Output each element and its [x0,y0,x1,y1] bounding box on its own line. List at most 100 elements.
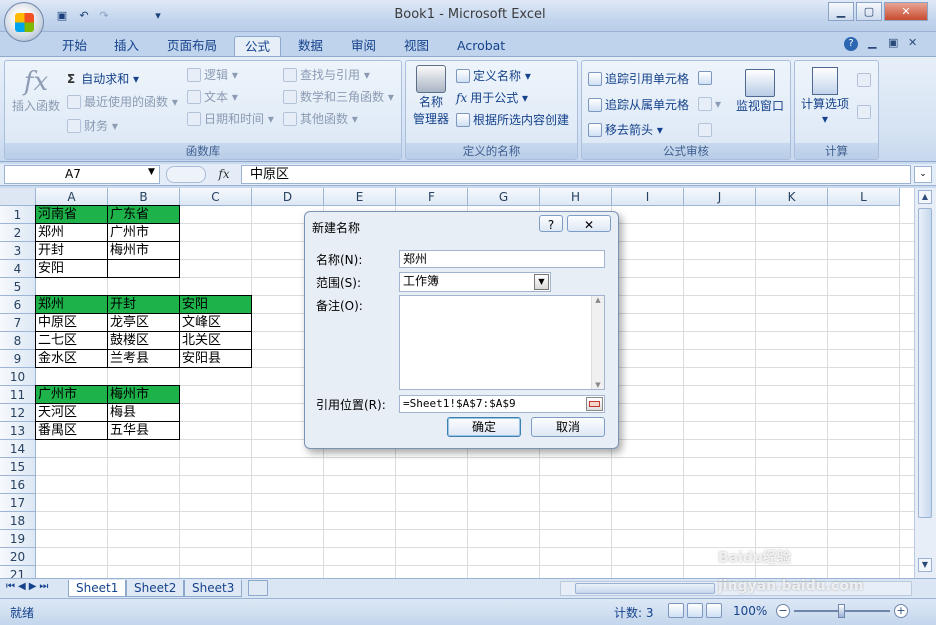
tab-data[interactable]: 数据 [288,36,333,57]
close-button[interactable]: ✕ [884,2,928,21]
collapse-dialog-icon[interactable] [586,397,603,411]
ribbon-restore-icon[interactable]: ▣ [888,36,898,49]
vertical-scrollbar[interactable]: ▲ ▼ [914,188,936,578]
cell-a7[interactable]: 中原区 [35,313,108,332]
help-icon[interactable]: ? [844,37,858,51]
datetime-button[interactable]: 日期和时间 ▾ [187,110,274,127]
recent-functions-button[interactable]: 最近使用的函数 ▾ [67,93,178,110]
insert-function-icon[interactable]: fx [212,165,236,184]
other-functions-button[interactable]: 其他函数 ▾ [283,110,358,127]
comment-scrollbar[interactable]: ▲ ▼ [591,296,604,389]
column-header-g[interactable]: G [468,188,540,206]
cell-a1[interactable]: 河南省 [35,205,108,224]
tab-acrobat[interactable]: Acrobat [447,36,515,57]
cell-c6[interactable]: 安阳 [179,295,252,314]
cell-b2[interactable]: 广州市 [107,223,180,242]
cell-a6[interactable]: 郑州 [35,295,108,314]
row-header-17[interactable]: 17 [0,494,36,512]
comment-textarea[interactable]: ▲ ▼ [399,295,605,390]
calculate-sheet-icon[interactable] [857,105,874,119]
cell-b1[interactable]: 广东省 [107,205,180,224]
name-manager-button[interactable]: 名称 管理器 [410,65,452,127]
tab-page-layout[interactable]: 页面布局 [157,36,227,57]
comment-scroll-up-icon[interactable]: ▲ [592,296,604,304]
row-header-14[interactable]: 14 [0,440,36,458]
dialog-help-button[interactable]: ? [539,215,563,232]
row-header-20[interactable]: 20 [0,548,36,566]
cell-c9[interactable]: 安阳县 [179,349,252,368]
define-name-button[interactable]: 定义名称 ▾ [456,67,531,84]
row-header-10[interactable]: 10 [0,368,36,386]
cell-b4[interactable] [107,259,180,278]
cell-b9[interactable]: 兰考县 [107,349,180,368]
name-input[interactable]: 郑州 [399,250,605,268]
lookup-button[interactable]: 查找与引用 ▾ [283,66,370,83]
column-header-e[interactable]: E [324,188,396,206]
formula-bar-divider[interactable] [166,166,206,183]
zoom-slider-thumb[interactable] [838,604,845,618]
tab-formulas[interactable]: 公式 [234,36,282,57]
row-header-13[interactable]: 13 [0,422,36,440]
ref-input[interactable]: =Sheet1!$A$7:$A$9 [399,395,605,413]
create-from-selection-button[interactable]: 根据所选内容创建 [456,111,569,128]
cell-a4[interactable]: 安阳 [35,259,108,278]
cell-a2[interactable]: 郑州 [35,223,108,242]
row-header-2[interactable]: 2 [0,224,36,242]
qat-customize-icon[interactable]: ▾ [150,8,166,23]
cell-a12[interactable]: 天河区 [35,403,108,422]
redo-icon[interactable]: ↷ [96,8,112,23]
show-formulas-icon[interactable] [698,71,715,85]
sheet-tab-sheet3[interactable]: Sheet3 [184,580,243,597]
row-header-6[interactable]: 6 [0,296,36,314]
cell-c7[interactable]: 文峰区 [179,313,252,332]
remove-arrows-button[interactable]: 移去箭头 ▾ [588,121,663,138]
row-header-8[interactable]: 8 [0,332,36,350]
row-header-7[interactable]: 7 [0,314,36,332]
row-header-5[interactable]: 5 [0,278,36,296]
zoom-in-icon[interactable]: + [894,604,908,618]
scroll-thumb[interactable] [918,208,932,518]
cell-a8[interactable]: 二七区 [35,331,108,350]
save-icon[interactable]: ▣ [54,8,70,23]
undo-icon[interactable]: ↶ [76,8,92,23]
maximize-button[interactable]: ▢ [856,2,882,21]
cell-b7[interactable]: 龙亭区 [107,313,180,332]
name-box[interactable]: A7 [4,165,160,184]
column-header-b[interactable]: B [108,188,180,206]
trace-precedents-button[interactable]: 追踪引用单元格 [588,70,689,87]
zoom-out-icon[interactable]: − [776,604,790,618]
minimize-button[interactable]: ▁ [828,2,854,21]
cell-a3[interactable]: 开封 [35,241,108,260]
row-header-18[interactable]: 18 [0,512,36,530]
insert-sheet-icon[interactable] [248,580,268,596]
text-button[interactable]: 文本 ▾ [187,88,238,105]
normal-view-icon[interactable] [668,603,684,618]
cell-a13[interactable]: 番禺区 [35,421,108,440]
zoom-level[interactable]: 100% [733,604,767,618]
expand-formula-bar-icon[interactable]: ⌄ [914,166,932,183]
column-header-c[interactable]: C [180,188,252,206]
column-header-k[interactable]: K [756,188,828,206]
evaluate-formula-icon[interactable] [698,123,715,137]
cell-a9[interactable]: 金水区 [35,349,108,368]
row-header-9[interactable]: 9 [0,350,36,368]
formula-input[interactable]: 中原区 [241,165,911,184]
scope-dropdown-icon[interactable]: ▼ [534,274,549,290]
error-checking-icon[interactable]: ▾ [698,97,721,111]
cell-b13[interactable]: 五华县 [107,421,180,440]
column-header-j[interactable]: J [684,188,756,206]
office-button[interactable] [4,2,44,42]
cell-b3[interactable]: 梅州市 [107,241,180,260]
scroll-up-icon[interactable]: ▲ [918,190,932,204]
column-header-l[interactable]: L [828,188,900,206]
tab-review[interactable]: 审阅 [341,36,386,57]
row-header-21[interactable]: 21 [0,566,36,578]
use-in-formula-button[interactable]: fx 用于公式 ▾ [456,89,528,106]
page-layout-view-icon[interactable] [687,603,703,618]
tab-view[interactable]: 视图 [394,36,439,57]
scope-select[interactable]: 工作簿 ▼ [399,272,551,292]
ok-button[interactable]: 确定 [447,417,521,437]
insert-function-button[interactable]: fx 插入函数 [9,67,63,114]
h-scroll-thumb[interactable] [575,583,715,594]
page-break-view-icon[interactable] [706,603,722,618]
